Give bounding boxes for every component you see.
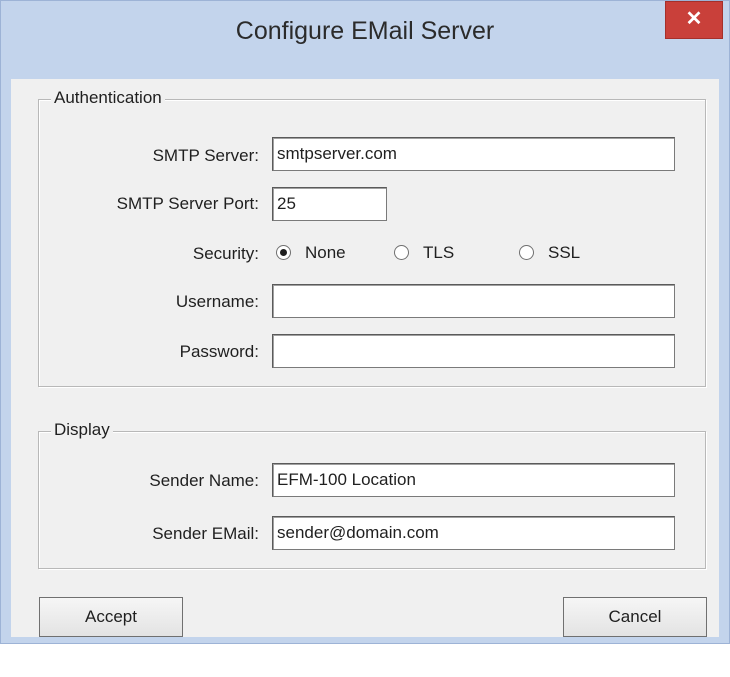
security-ssl-radio[interactable]	[519, 245, 534, 260]
smtp-port-label: SMTP Server Port:	[116, 194, 259, 213]
security-tls-radio[interactable]	[394, 245, 409, 260]
accept-button[interactable]: Accept	[39, 597, 183, 637]
sender-name-input[interactable]: EFM-100 Location	[272, 463, 675, 497]
smtp-server-input[interactable]: smtpserver.com	[272, 137, 675, 171]
sender-email-input[interactable]: sender@domain.com	[272, 516, 675, 550]
dialog-window: Configure EMail Server ✕ Authentication …	[0, 0, 730, 644]
password-input[interactable]	[272, 334, 675, 368]
authentication-legend: Authentication	[51, 88, 165, 108]
security-none-label[interactable]: None	[305, 243, 346, 263]
security-none-radio[interactable]	[276, 245, 291, 260]
sender-name-label: Sender Name:	[149, 471, 259, 490]
username-input[interactable]	[272, 284, 675, 318]
security-label: Security:	[192, 244, 259, 263]
sender-email-label: Sender EMail:	[152, 524, 259, 543]
display-legend: Display	[51, 420, 113, 440]
window-title: Configure EMail Server	[235, 17, 495, 45]
close-button[interactable]: ✕	[665, 1, 723, 39]
radio-selected-dot	[280, 249, 287, 256]
dialog-client-area: Authentication SMTP Server: smtpserver.c…	[11, 79, 719, 637]
security-tls-label[interactable]: TLS	[423, 243, 454, 263]
close-icon: ✕	[685, 8, 703, 30]
smtp-port-input[interactable]: 25	[272, 187, 387, 221]
username-label: Username:	[175, 292, 259, 311]
security-ssl-label[interactable]: SSL	[548, 243, 580, 263]
cancel-button[interactable]: Cancel	[563, 597, 707, 637]
title-bar[interactable]: Configure EMail Server ✕	[1, 1, 729, 79]
smtp-server-label: SMTP Server:	[152, 146, 259, 165]
password-label: Password:	[179, 342, 259, 361]
